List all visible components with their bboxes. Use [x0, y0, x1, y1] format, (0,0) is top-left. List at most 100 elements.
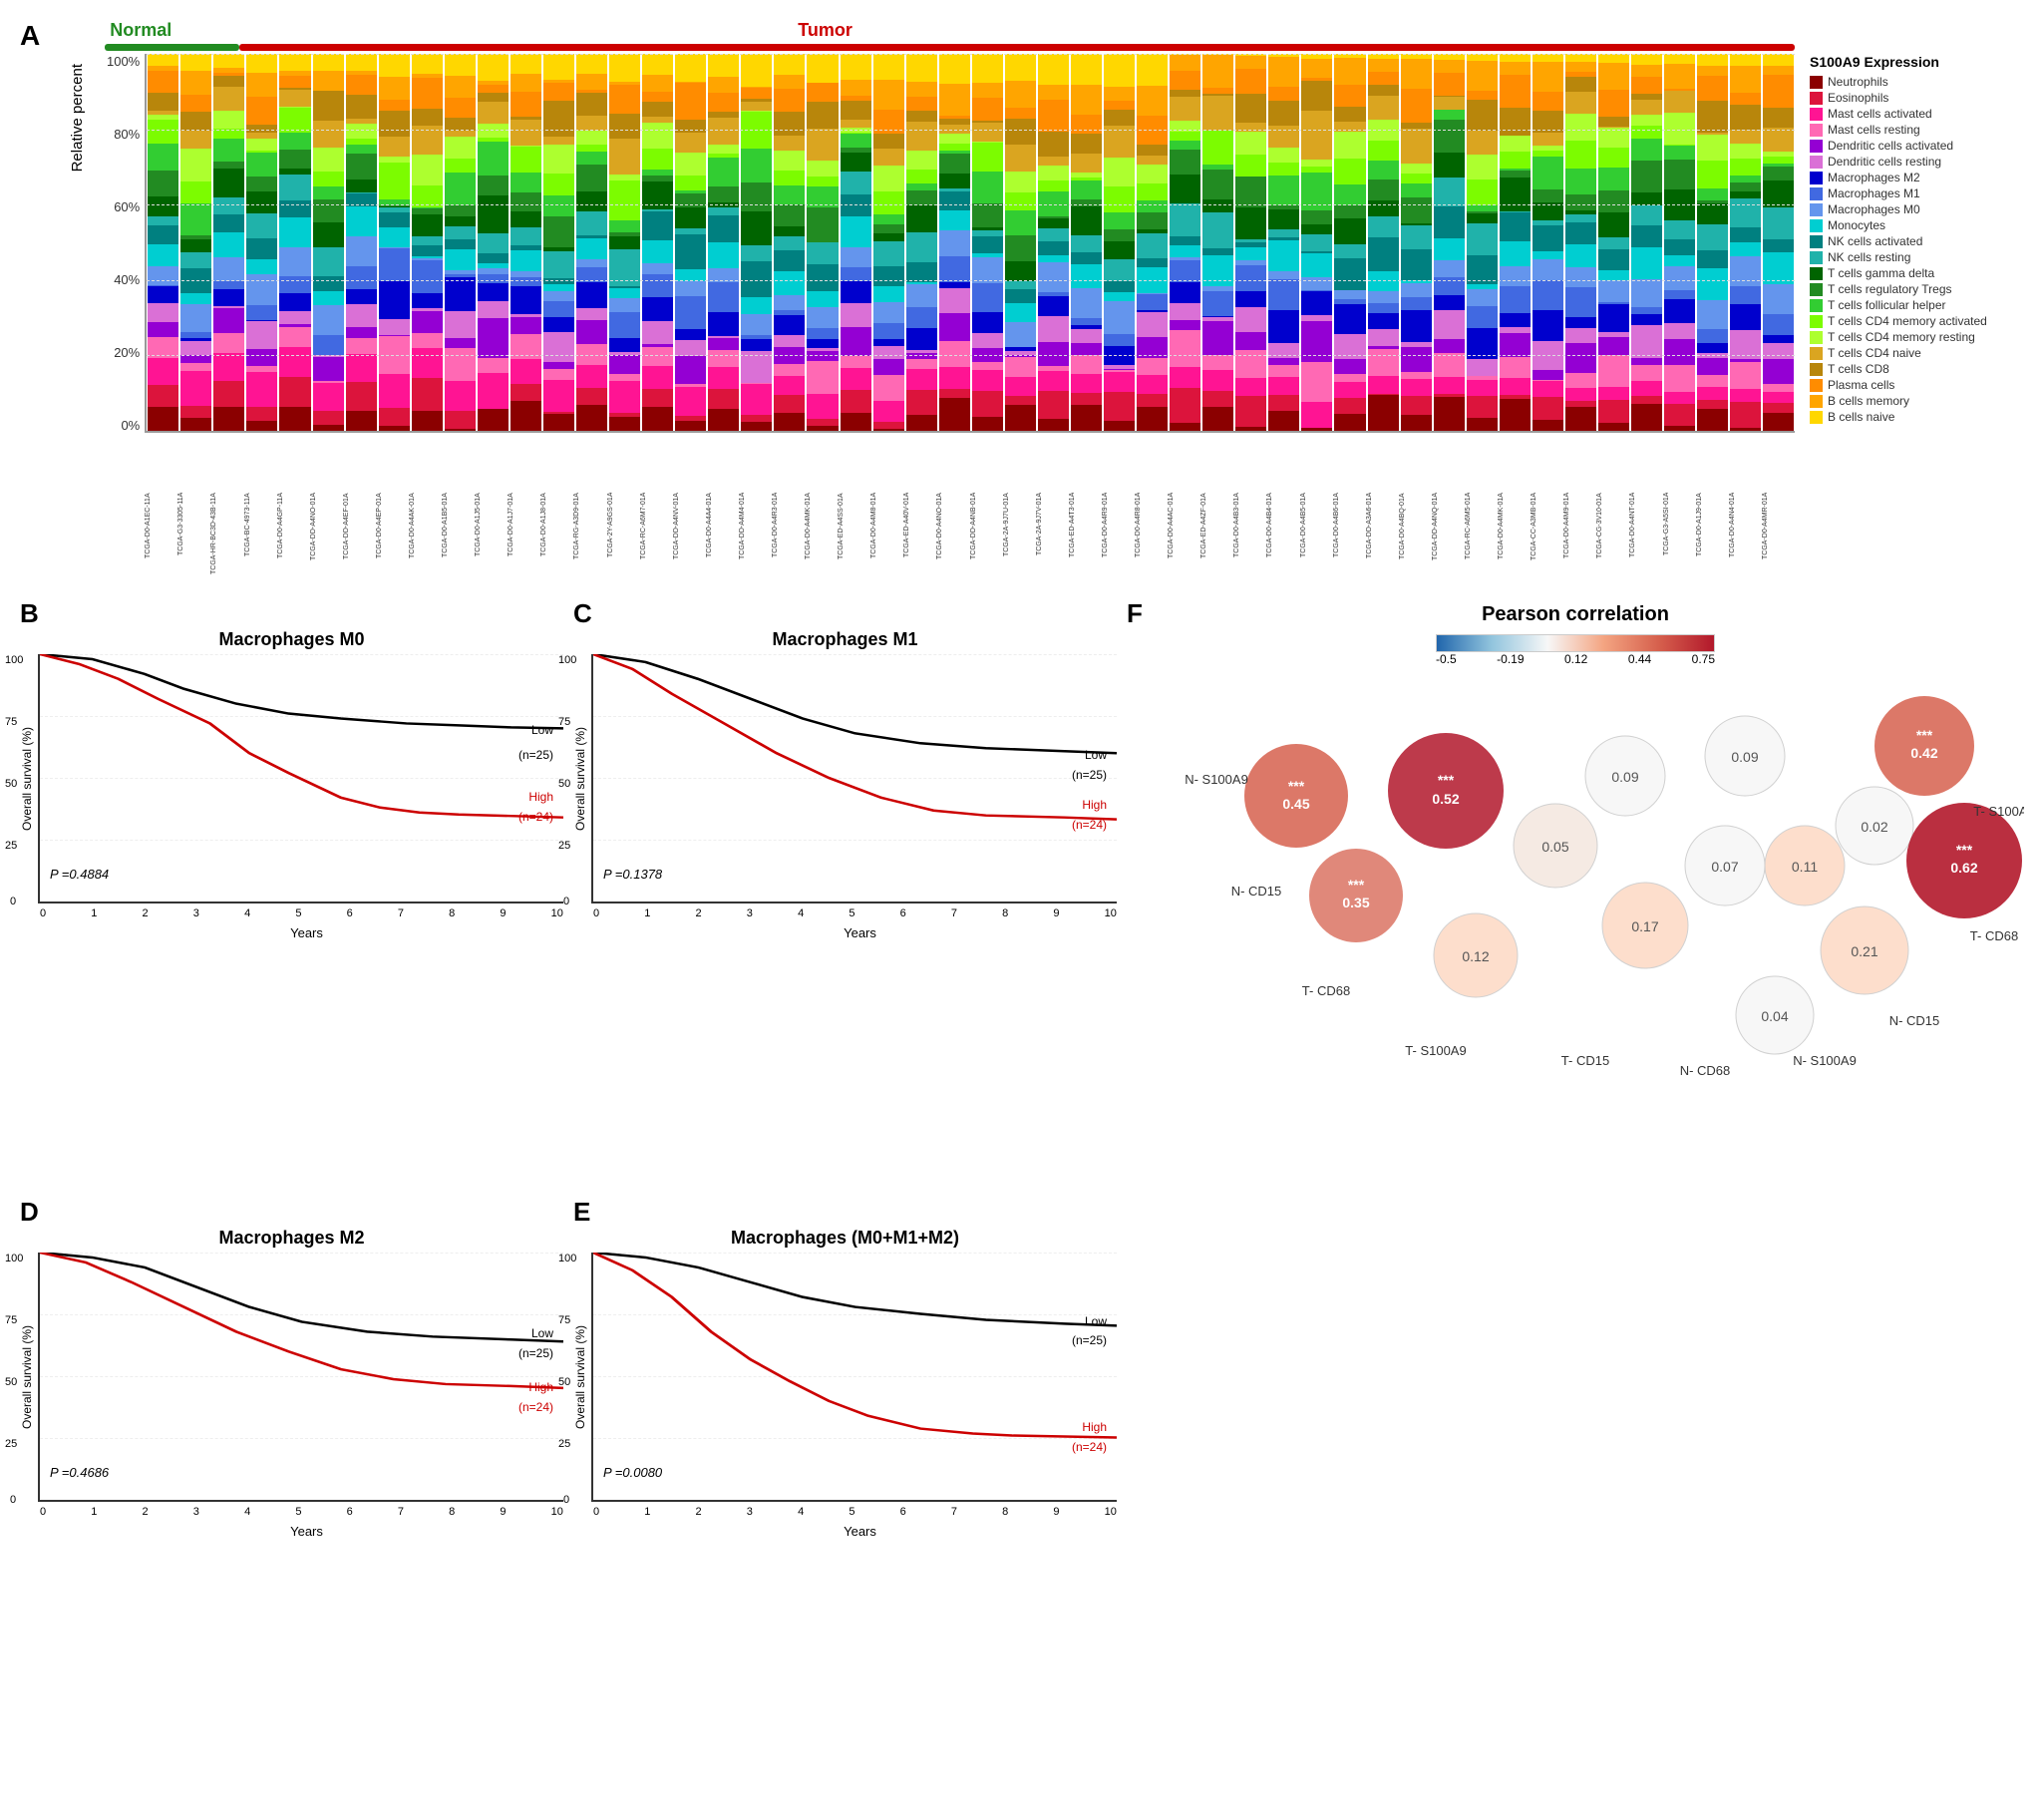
stacked-bar[interactable] — [1664, 54, 1695, 431]
stacked-bar[interactable] — [148, 54, 178, 431]
stacked-bar[interactable] — [774, 54, 805, 431]
stacked-bar[interactable] — [807, 54, 838, 431]
bar-segment — [1071, 374, 1102, 393]
stacked-bar[interactable] — [1071, 54, 1102, 431]
bar-segment — [642, 263, 673, 274]
bar-segment — [1467, 418, 1498, 431]
stacked-bar[interactable] — [576, 54, 607, 431]
bar-segment — [313, 71, 344, 91]
stacked-bar[interactable] — [1500, 54, 1531, 431]
bar-segment — [741, 88, 772, 99]
bar-segment — [1631, 139, 1662, 161]
stacked-bar[interactable] — [1038, 54, 1069, 431]
bar-segment — [313, 121, 344, 147]
bar-segment — [1334, 414, 1365, 431]
stacked-bar[interactable] — [1565, 54, 1596, 431]
stacked-bar[interactable] — [939, 54, 970, 431]
bar-segment — [246, 191, 277, 213]
stacked-bar[interactable] — [1598, 54, 1629, 431]
bar-segment — [1137, 375, 1168, 394]
stacked-bar[interactable] — [279, 54, 310, 431]
bar-segment — [1434, 153, 1465, 178]
bar-segment — [1170, 236, 1200, 245]
legend-item: NK cells resting — [1810, 250, 2024, 264]
bar-segment — [807, 426, 838, 431]
stacked-bar[interactable] — [246, 54, 277, 431]
bar-segment — [478, 358, 509, 373]
bar-segment — [1598, 270, 1629, 279]
stacked-bar[interactable] — [1434, 54, 1465, 431]
stacked-bar[interactable] — [511, 54, 541, 431]
stacked-bar[interactable] — [313, 54, 344, 431]
bar-segment — [478, 102, 509, 124]
bar-segment — [1202, 248, 1233, 255]
stacked-bar[interactable] — [180, 54, 211, 431]
bar-segment — [807, 102, 838, 129]
stacked-bar[interactable] — [543, 54, 574, 431]
stacked-bar[interactable] — [642, 54, 673, 431]
legend-color — [1810, 411, 1823, 424]
stacked-bar[interactable] — [841, 54, 871, 431]
bar-segment — [1202, 96, 1233, 131]
bar-segment — [1533, 420, 1563, 431]
bar-segment — [379, 248, 410, 281]
bar-segment — [642, 54, 673, 75]
stacked-bar[interactable] — [708, 54, 739, 431]
bar-segment — [1104, 334, 1135, 346]
stacked-bar[interactable] — [1268, 54, 1299, 431]
bar-segment — [1104, 101, 1135, 110]
stacked-bar[interactable] — [1467, 54, 1498, 431]
bar-segment — [1763, 335, 1794, 343]
bar-segment — [1005, 210, 1036, 235]
bar-segment — [180, 252, 211, 268]
stacked-bar[interactable] — [379, 54, 410, 431]
bar-segment — [1533, 157, 1563, 190]
bar-segment — [1500, 75, 1531, 108]
stacked-bar[interactable] — [873, 54, 904, 431]
stacked-bar[interactable] — [1235, 54, 1266, 431]
stacked-bar[interactable] — [412, 54, 443, 431]
stacked-bar[interactable] — [1631, 54, 1662, 431]
stacked-bar[interactable] — [1401, 54, 1432, 431]
stacked-bar[interactable] — [741, 54, 772, 431]
bar-segment — [1137, 233, 1168, 258]
bar-segment — [1038, 316, 1069, 342]
bar-segment — [213, 54, 244, 68]
bar-segment — [774, 112, 805, 136]
bar-segment — [1368, 303, 1399, 313]
bar-segment — [609, 312, 640, 338]
bar-segment — [148, 171, 178, 196]
stacked-bar[interactable] — [1104, 54, 1135, 431]
legend-color — [1810, 124, 1823, 137]
stacked-bar[interactable] — [445, 54, 476, 431]
bar-segment — [1104, 212, 1135, 229]
stacked-bar[interactable] — [675, 54, 706, 431]
bar-segment — [642, 321, 673, 343]
stacked-bar[interactable] — [346, 54, 377, 431]
stacked-bar[interactable] — [1137, 54, 1168, 431]
stacked-bar[interactable] — [972, 54, 1003, 431]
stacked-bar[interactable] — [478, 54, 509, 431]
bar-segment — [1104, 87, 1135, 102]
panel-d-ylabel: Overall survival (%) — [20, 1253, 34, 1502]
bar-segment — [1368, 271, 1399, 291]
stacked-bar[interactable] — [609, 54, 640, 431]
x-label: TCGA-D0-A1J7-01A — [508, 493, 540, 582]
stacked-bar[interactable] — [1202, 54, 1233, 431]
stacked-bar[interactable] — [1763, 54, 1794, 431]
stacked-bar[interactable] — [1301, 54, 1332, 431]
stacked-bar[interactable] — [1005, 54, 1036, 431]
stacked-bar[interactable] — [1334, 54, 1365, 431]
stacked-bar[interactable] — [1730, 54, 1761, 431]
bar-segment — [1401, 59, 1432, 89]
bar-segment — [1368, 291, 1399, 304]
bar-segment — [478, 318, 509, 358]
stacked-bar[interactable] — [1368, 54, 1399, 431]
stacked-bar[interactable] — [906, 54, 937, 431]
stacked-bar[interactable] — [1533, 54, 1563, 431]
stacked-bar[interactable] — [1170, 54, 1200, 431]
stacked-bar[interactable] — [213, 54, 244, 431]
stacked-bar[interactable] — [1697, 54, 1728, 431]
bar-segment — [1467, 100, 1498, 131]
bar-segment — [412, 311, 443, 333]
